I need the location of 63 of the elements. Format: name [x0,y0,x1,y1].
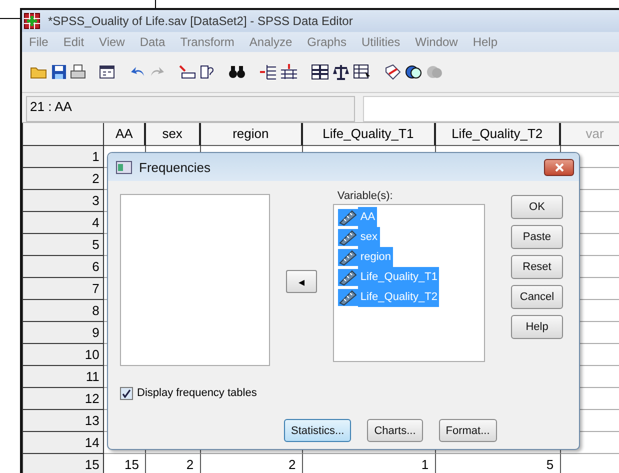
row-header[interactable]: 13 [22,410,104,432]
save-icon[interactable] [51,64,67,80]
grid-icon [24,13,40,29]
dialog-title: Frequencies [139,160,212,174]
table-cell: 15 [104,454,146,473]
cell-value-field[interactable] [363,96,619,122]
binoculars-icon[interactable] [228,64,246,80]
row-header[interactable]: 7 [22,278,104,300]
table-icon[interactable] [311,64,329,80]
row-header[interactable]: 12 [22,388,104,410]
dialog-button[interactable]: Format... [438,419,497,442]
ruler-icon [338,208,358,226]
close-button[interactable] [544,158,574,176]
display-frequency-checkbox[interactable]: Display frequency tables [120,385,257,401]
table-cell: 2 [146,454,201,473]
row-header[interactable]: 4 [22,212,104,234]
dialog-button[interactable]: Reset [511,255,563,279]
row-header[interactable]: 10 [22,344,104,366]
window-title: *SPSS_Ouality of Life.sav [DataSet2] - SPSS Data Editor [48,14,353,28]
table-cell: 2 [200,454,303,473]
row-header[interactable]: 11 [22,366,104,388]
row-header[interactable]: 5 [22,234,104,256]
circles-icon[interactable] [405,64,423,80]
question-icon[interactable] [199,64,215,80]
dialog-button[interactable]: Help [511,315,563,339]
dialog-button[interactable]: Statistics... [284,419,352,442]
dialog-button[interactable]: OK [511,195,563,219]
ruler-icon [338,228,358,246]
scale-icon[interactable] [332,64,350,80]
insert-column-icon[interactable] [280,64,298,80]
printer-icon[interactable] [70,64,86,80]
check-icon [122,388,131,398]
insert-rows-icon[interactable] [259,64,277,80]
table-cell: 1 [302,454,436,473]
move-button[interactable]: ◂ [286,270,317,293]
window-icon[interactable] [99,64,117,80]
row-header[interactable]: 14 [22,432,104,454]
row-header[interactable]: 8 [22,300,104,322]
column-header[interactable]: sex [146,123,201,146]
grid-select-icon[interactable] [353,64,371,80]
row-header[interactable]: 6 [22,256,104,278]
ruler-icon [338,248,358,266]
arrow-icon[interactable] [178,64,196,80]
column-header[interactable]: Life_Quality_T1 [302,123,436,146]
row-header[interactable]: 2 [22,168,104,190]
window-icon [116,160,132,174]
row-header[interactable]: 1 [22,146,104,168]
dialog-button[interactable]: Charts... [367,419,423,442]
row-header[interactable]: 9 [22,322,104,344]
variables-label: Variable(s): [337,190,394,204]
column-header[interactable]: AA [104,123,146,146]
ruler-icon [338,288,358,306]
tag-icon[interactable] [384,64,402,80]
dialog-button[interactable]: Cancel [511,285,563,309]
ruler-icon [338,268,358,286]
column-header[interactable]: region [200,123,303,146]
close-icon [554,162,564,172]
dialog-button[interactable]: Paste [511,225,563,249]
row-header[interactable]: 3 [22,190,104,212]
column-header[interactable]: Life_Quality_T2 [436,123,561,146]
cell-reference: 21 : AA [26,96,355,122]
table-cell: 5 [436,454,561,473]
row-header[interactable]: 15 [22,454,104,473]
